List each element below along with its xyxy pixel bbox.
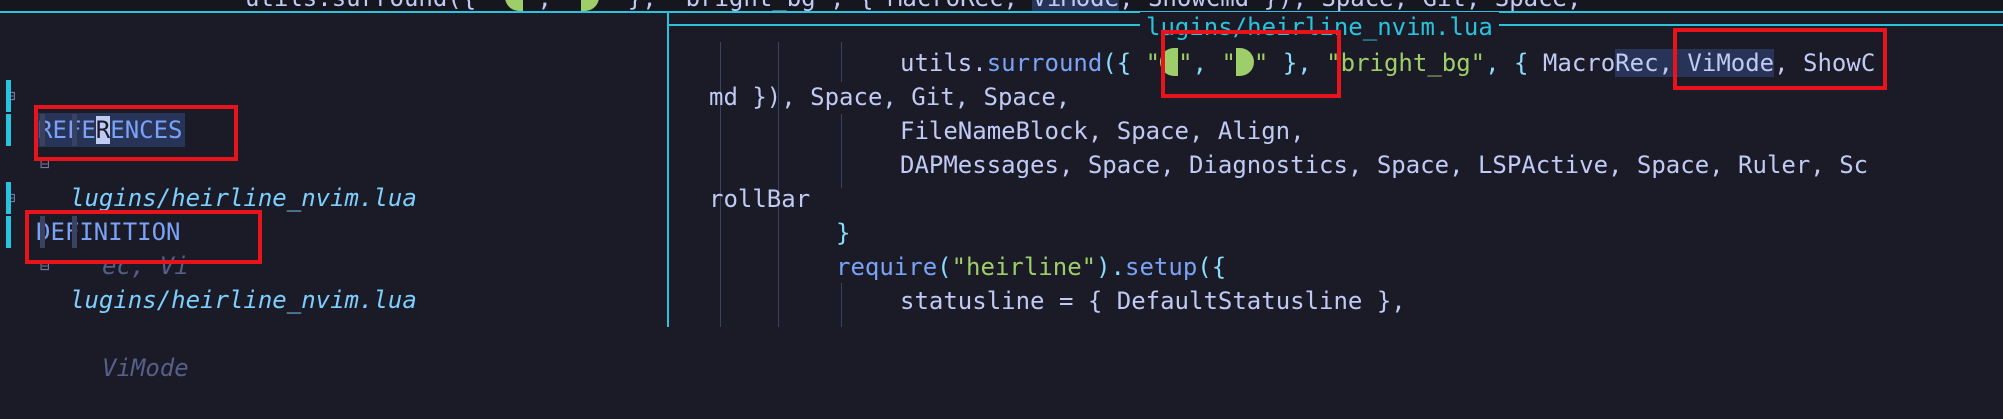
code-line-4[interactable]: DAPMessages, Space, Diagnostics, Space, …	[900, 148, 1868, 182]
definition-file-name: lugins/heirline_nvim.lua	[70, 286, 417, 314]
code-line-6[interactable]: }	[836, 216, 850, 250]
references-header-row[interactable]: ⊟ REFERENCES	[0, 45, 668, 147]
highlight-box	[1673, 28, 1887, 90]
code-line-3[interactable]: FileNameBlock, Space, Align,	[900, 114, 1305, 148]
highlight-box	[34, 105, 238, 161]
highlight-box	[25, 210, 262, 264]
indent-guide	[841, 283, 842, 327]
code-line-8[interactable]: statusline = { DefaultStatusline },	[900, 284, 1406, 318]
indent-guide	[841, 42, 842, 82]
code-line-5[interactable]: rollBar	[709, 182, 810, 216]
code-line-2[interactable]: md }), Space, Git, Space,	[709, 80, 1070, 114]
definition-snippet: ViMode	[102, 354, 189, 382]
highlight-box	[1161, 30, 1341, 98]
code-line-7[interactable]: require("heirline").setup({	[836, 250, 1226, 284]
indent-guide	[841, 148, 842, 188]
references-panel: ⊟ REFERENCES ⊟ lugins/heirline_nvim.lua …	[0, 13, 668, 382]
